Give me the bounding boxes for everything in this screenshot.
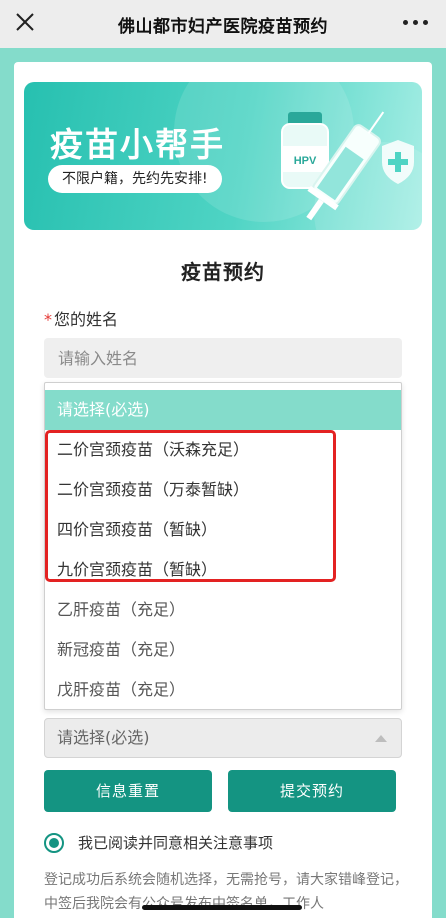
vaccine-illustration: HPV [281, 111, 414, 221]
dropdown-option-placeholder[interactable]: 请选择(必选) [45, 390, 401, 430]
promo-banner: 疫苗小帮手 不限户籍，先约先安排! HPV [24, 82, 422, 230]
caret-up-icon [375, 735, 387, 742]
required-mark: * [44, 310, 52, 329]
reset-button[interactable]: 信息重置 [44, 770, 212, 812]
dropdown-option-hepatitis-e[interactable]: 戊肝疫苗（充足） [45, 670, 401, 709]
second-select-value: 请选择(必选) [57, 728, 150, 747]
form-title: 疫苗预约 [181, 260, 265, 284]
name-input[interactable] [44, 338, 402, 378]
agree-row[interactable]: 我已阅读并同意相关注意事项 [44, 832, 273, 853]
vaccine-dropdown-list[interactable]: 请选择(必选) 二价宫颈疫苗（沃森充足） 二价宫颈疫苗（万泰暂缺） 四价宫颈疫苗… [44, 382, 402, 710]
top-nav-bar: 佛山都市妇产医院疫苗预约 [0, 0, 446, 48]
dropdown-option-nonavalent[interactable]: 九价宫颈疫苗（暂缺） [45, 550, 401, 590]
dropdown-option-hepatitis-b[interactable]: 乙肝疫苗（充足） [45, 590, 401, 630]
agree-label: 我已阅读并同意相关注意事项 [78, 834, 274, 852]
dropdown-option-bivalent-walvax[interactable]: 二价宫颈疫苗（沃森充足） [45, 430, 401, 470]
dropdown-option-quadrivalent[interactable]: 四价宫颈疫苗（暂缺） [45, 510, 401, 550]
banner-tagline: 不限户籍，先约先安排! [48, 165, 222, 193]
second-select[interactable]: 请选择(必选) [44, 718, 402, 758]
banner-headline: 疫苗小帮手 [50, 125, 225, 164]
more-dots-icon[interactable] [403, 20, 428, 25]
name-label-text: 您的姓名 [54, 310, 119, 329]
close-icon[interactable] [14, 11, 36, 33]
dropdown-option-covid[interactable]: 新冠疫苗（充足） [45, 630, 401, 670]
hpv-label: HPV [294, 155, 317, 167]
name-label: * 您的姓名 [44, 306, 118, 330]
submit-button[interactable]: 提交预约 [228, 770, 396, 812]
home-indicator [142, 905, 302, 910]
agree-radio[interactable] [44, 832, 64, 853]
page-title: 佛山都市妇产医院疫苗预约 [118, 16, 328, 37]
dropdown-option-bivalent-wantai[interactable]: 二价宫颈疫苗（万泰暂缺） [45, 470, 401, 510]
